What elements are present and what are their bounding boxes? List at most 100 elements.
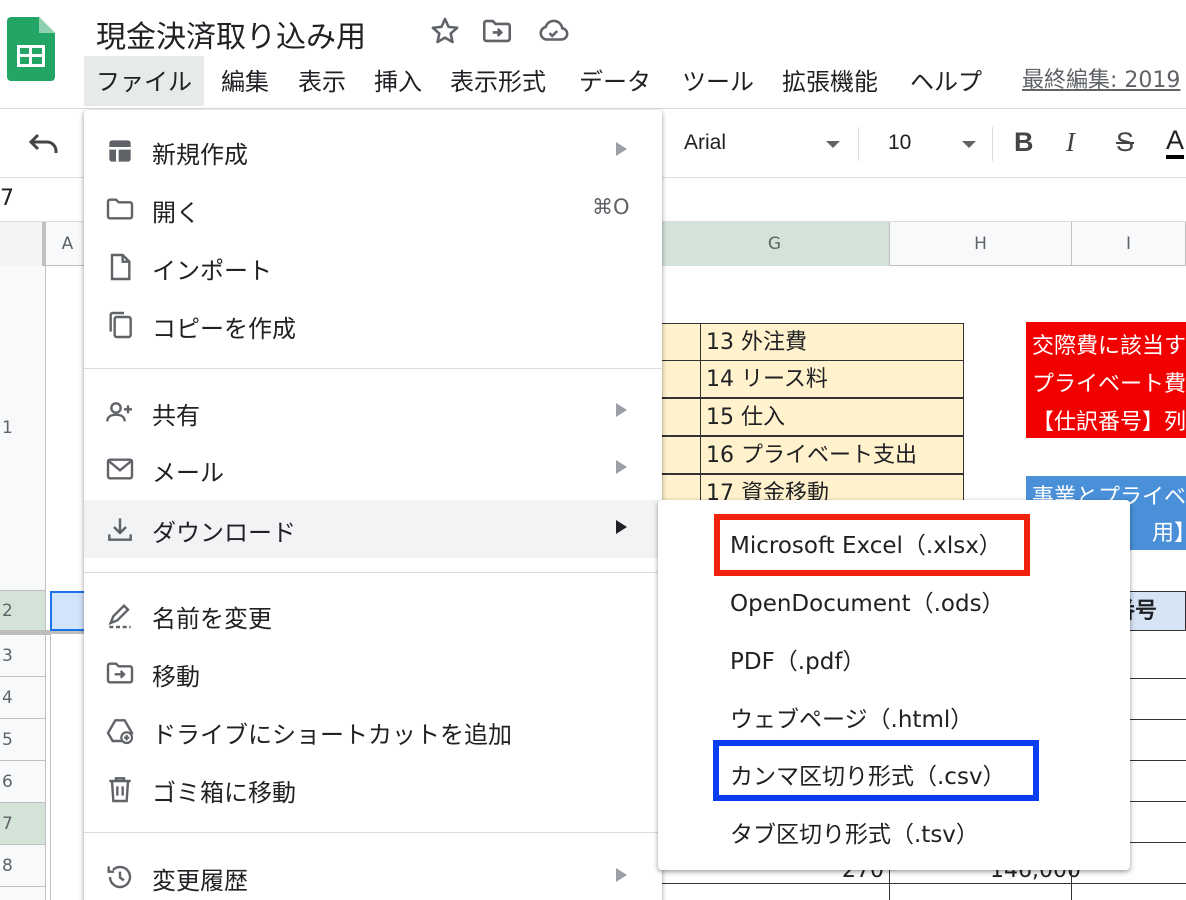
file-menu-version-history[interactable]: 変更履歴 — [84, 848, 662, 900]
file-menu-share[interactable]: 共有 — [84, 383, 662, 441]
menu-extensions[interactable]: 拡張機能 — [782, 56, 878, 106]
file-menu-label: 開く — [152, 199, 200, 227]
file-menu-make-copy[interactable]: コピーを作成 — [84, 296, 662, 354]
rename-icon — [104, 599, 136, 631]
highlight-box-xlsx — [714, 514, 1030, 576]
submenu-arrow-icon — [616, 520, 627, 534]
note-line: 【仕訳番号】列 — [1032, 410, 1186, 435]
menu-separator — [84, 572, 662, 573]
new-spreadsheet-icon — [104, 135, 136, 167]
submenu-arrow-icon — [616, 868, 627, 882]
star-icon[interactable] — [428, 14, 462, 48]
download-pdf[interactable]: PDF（.pdf） — [658, 628, 1130, 686]
download-ods[interactable]: OpenDocument（.ods） — [658, 570, 1130, 628]
name-box[interactable]: 7 — [0, 186, 14, 211]
menu-bar: ファイル 編集 表示 挿入 表示形式 データ ツール 拡張機能 ヘルプ — [84, 56, 1186, 106]
menu-separator — [84, 832, 662, 833]
folder-icon — [104, 193, 136, 225]
row-header-6[interactable]: 6 — [0, 761, 46, 803]
file-menu-label: コピーを作成 — [152, 315, 296, 343]
download-tsv[interactable]: タブ区切り形式（.tsv） — [658, 801, 1130, 859]
highlight-box-csv — [713, 740, 1039, 801]
italic-button[interactable]: I — [1066, 127, 1075, 158]
row-header-3[interactable]: 3 — [0, 635, 46, 677]
font-dropdown-icon[interactable] — [826, 141, 840, 148]
cloud-saved-icon[interactable] — [536, 14, 570, 48]
menu-separator — [84, 368, 662, 369]
file-menu-open[interactable]: 開く ⌘O — [84, 180, 662, 238]
menu-insert[interactable]: 挿入 — [374, 56, 422, 106]
file-menu-move[interactable]: 移動 — [84, 644, 662, 702]
history-icon — [104, 861, 136, 893]
keyboard-shortcut: ⌘O — [592, 195, 630, 219]
move-to-folder-icon[interactable] — [480, 14, 514, 48]
column-a-cells[interactable] — [50, 634, 86, 900]
file-menu-label: インポート — [152, 257, 272, 285]
column-header-g[interactable]: G — [660, 222, 890, 266]
red-note-cell[interactable]: 交際費に該当す プライベート費 【仕訳番号】列 — [1026, 322, 1186, 438]
text-color-button[interactable]: A — [1166, 125, 1185, 159]
file-menu-label: ダウンロード — [152, 519, 296, 547]
file-menu-label: ドライブにショートカットを追加 — [152, 721, 512, 749]
category-label: 14 リース料 — [706, 367, 828, 392]
toolbar-divider — [992, 127, 993, 161]
file-menu-label: 変更履歴 — [152, 867, 248, 895]
document-title[interactable]: 現金決済取り込み用 — [96, 12, 366, 56]
file-menu-label: メール — [152, 459, 224, 487]
menu-help[interactable]: ヘルプ — [910, 56, 982, 106]
file-menu-import[interactable]: インポート — [84, 238, 662, 296]
row-header-2[interactable]: 2 — [0, 591, 46, 631]
bold-button[interactable]: B — [1014, 127, 1034, 158]
strikethrough-button[interactable]: S — [1116, 127, 1134, 158]
row-header-5[interactable]: 5 — [0, 719, 46, 761]
file-menu-email[interactable]: メール — [84, 440, 662, 498]
file-menu: 新規作成 開く ⌘O インポート コピーを作成 共有 メール ダウンロード 名前… — [84, 110, 662, 900]
download-format-label: PDF（.pdf） — [730, 649, 866, 675]
submenu-arrow-icon — [616, 403, 627, 417]
row-header-1[interactable]: 1 — [0, 266, 46, 591]
add-person-icon — [104, 396, 136, 428]
download-format-label: タブ区切り形式（.tsv） — [730, 822, 979, 848]
row-header-8[interactable]: 8 — [0, 845, 46, 887]
trash-icon — [104, 773, 136, 805]
column-header-h[interactable]: H — [890, 222, 1072, 266]
file-menu-rename[interactable]: 名前を変更 — [84, 586, 662, 644]
file-menu-add-shortcut[interactable]: ドライブにショートカットを追加 — [84, 702, 662, 760]
font-size-dropdown-icon[interactable] — [962, 141, 976, 148]
toolbar-divider — [858, 127, 859, 161]
drive-shortcut-icon — [104, 715, 136, 747]
file-menu-new[interactable]: 新規作成 — [84, 122, 662, 180]
column-header-i[interactable]: I — [1072, 222, 1186, 266]
file-icon — [104, 251, 136, 283]
select-all-corner[interactable] — [0, 222, 46, 266]
move-folder-icon — [104, 657, 136, 689]
row-header-4[interactable]: 4 — [0, 677, 46, 719]
font-size-select[interactable]: 10 — [888, 131, 911, 155]
menu-file[interactable]: ファイル — [84, 56, 204, 106]
sheets-logo-icon[interactable] — [7, 17, 55, 81]
note-line: 交際費に該当す — [1032, 334, 1186, 359]
menu-format[interactable]: 表示形式 — [450, 56, 546, 106]
column-header-a[interactable]: A — [50, 222, 86, 266]
category-label: 13 外注費 — [706, 330, 807, 355]
menu-data[interactable]: データ — [579, 56, 651, 106]
file-menu-trash[interactable]: ゴミ箱に移動 — [84, 760, 662, 818]
file-menu-download[interactable]: ダウンロード — [84, 500, 662, 558]
submenu-arrow-icon — [616, 142, 627, 156]
download-html[interactable]: ウェブページ（.html） — [658, 686, 1130, 744]
menu-view[interactable]: 表示 — [298, 56, 346, 106]
row-header-9[interactable]: 9 — [0, 887, 46, 900]
cell-border — [660, 883, 1186, 884]
download-icon — [104, 513, 136, 545]
category-label: 16 プライベート支出 — [706, 443, 917, 468]
row-header-7[interactable]: 7 — [0, 803, 46, 845]
menu-edit[interactable]: 編集 — [221, 56, 269, 106]
file-menu-label: 移動 — [152, 663, 200, 691]
last-edit-link[interactable]: 最終編集: 2019 — [1022, 62, 1180, 94]
menu-tools[interactable]: ツール — [682, 56, 754, 106]
undo-icon[interactable] — [28, 131, 62, 157]
category-table-divider — [700, 323, 701, 503]
selected-cell[interactable] — [50, 591, 86, 631]
font-select[interactable]: Arial — [684, 131, 726, 155]
submenu-arrow-icon — [616, 460, 627, 474]
